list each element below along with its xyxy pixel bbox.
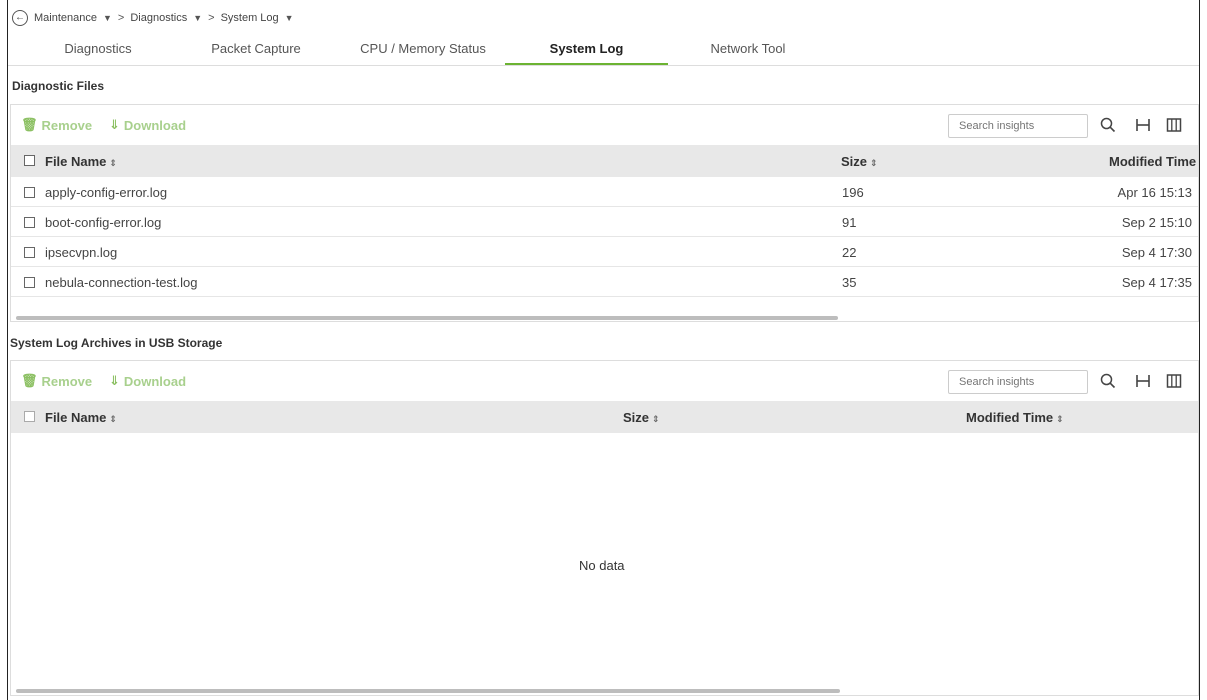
table-row[interactable]: apply-config-error.log 196 Apr 16 15:13 <box>11 177 1198 207</box>
size-cell: 22 <box>842 245 857 260</box>
table-header: File Name ⇕ Size ⇕ Modified Time ⇕ <box>11 401 1198 433</box>
column-label: Size <box>623 410 650 425</box>
sort-icon: ⇕ <box>652 414 660 424</box>
fit-columns-icon[interactable] <box>1135 373 1151 389</box>
file-name-cell: apply-config-error.log <box>45 185 168 200</box>
tab-system-log[interactable]: System Log <box>505 32 668 66</box>
remove-label: Remove <box>41 117 93 133</box>
download-icon: ⇓ <box>109 373 120 388</box>
toolbar: 🗑 Remove ⇓ Download <box>11 361 1198 401</box>
breadcrumb-item-maintenance[interactable]: Maintenance <box>34 12 97 24</box>
chevron-down-icon[interactable]: ▼ <box>285 13 294 23</box>
section-title-diagnostic-files: Diagnostic Files <box>12 79 105 93</box>
tab-network-tool[interactable]: Network Tool <box>698 32 798 66</box>
sort-icon: ⇕ <box>1056 414 1064 424</box>
download-label: Download <box>123 117 187 133</box>
column-header-modified-time[interactable]: Modified Time ⇕ <box>966 410 1064 425</box>
usb-archives-panel: 🗑 Remove ⇓ Download Search insights File… <box>10 360 1199 696</box>
tab-packet-capture[interactable]: Packet Capture <box>196 32 316 66</box>
search-icon[interactable] <box>1100 373 1116 389</box>
file-name-cell: nebula-connection-test.log <box>45 275 198 290</box>
column-label: File Name <box>45 154 107 169</box>
download-button[interactable]: ⇓ Download <box>109 373 186 389</box>
trash-icon: 🗑 <box>21 373 38 388</box>
select-all-checkbox[interactable] <box>24 155 35 166</box>
file-name-cell: boot-config-error.log <box>45 215 162 230</box>
row-checkbox[interactable] <box>24 187 35 198</box>
sort-icon: ⇕ <box>109 414 117 424</box>
column-header-file-name[interactable]: File Name ⇕ <box>45 154 117 169</box>
download-label: Download <box>123 373 187 389</box>
breadcrumb-item-diagnostics[interactable]: Diagnostics <box>130 12 187 24</box>
size-cell: 35 <box>842 275 857 290</box>
diagnostic-files-panel: 🗑 Remove ⇓ Download Search insights File… <box>10 104 1199 322</box>
download-button[interactable]: ⇓ Download <box>109 117 186 133</box>
table-row[interactable]: nebula-connection-test.log 35 Sep 4 17:3… <box>11 267 1198 297</box>
breadcrumb-separator: > <box>208 12 215 24</box>
remove-label: Remove <box>41 373 93 389</box>
row-checkbox[interactable] <box>24 217 35 228</box>
search-input[interactable] <box>948 370 1088 394</box>
column-label: File Name <box>45 410 107 425</box>
row-checkbox[interactable] <box>24 277 35 288</box>
row-checkbox[interactable] <box>24 247 35 258</box>
column-header-size[interactable]: Size ⇕ <box>623 410 660 425</box>
horizontal-scrollbar[interactable] <box>16 689 840 693</box>
system-log-page: ← Maintenance ▼ > Diagnostics ▼ > System… <box>7 0 1200 700</box>
file-name-cell: ipsecvpn.log <box>45 245 118 260</box>
modified-time-cell: Sep 4 17:35 <box>1121 275 1192 290</box>
column-header-file-name[interactable]: File Name ⇕ <box>45 410 117 425</box>
fit-columns-icon[interactable] <box>1135 117 1151 133</box>
breadcrumb: ← Maintenance ▼ > Diagnostics ▼ > System… <box>12 8 294 28</box>
column-label: Modified Time <box>966 410 1054 425</box>
remove-button[interactable]: 🗑 Remove <box>21 373 92 389</box>
columns-icon[interactable] <box>1166 373 1182 389</box>
breadcrumb-separator: > <box>117 12 125 24</box>
chevron-down-icon[interactable]: ▼ <box>193 13 202 23</box>
sort-icon: ⇕ <box>109 158 117 168</box>
modified-time-cell: Apr 16 15:13 <box>1117 185 1192 200</box>
modified-time-cell: Sep 2 15:10 <box>1121 215 1192 230</box>
empty-state-text: No data <box>579 558 625 573</box>
sort-icon: ⇕ <box>870 158 878 168</box>
table-header: File Name ⇕ Size ⇕ Modified Time <box>11 145 1198 177</box>
table-row[interactable]: boot-config-error.log 91 Sep 2 15:10 <box>11 207 1198 237</box>
download-icon: ⇓ <box>109 117 120 132</box>
search-icon[interactable] <box>1100 117 1116 133</box>
size-cell: 91 <box>842 215 857 230</box>
breadcrumb-item-system-log[interactable]: System Log <box>221 12 279 24</box>
column-header-modified-time[interactable]: Modified Time <box>1109 154 1196 169</box>
section-title-usb-archives: System Log Archives in USB Storage <box>10 336 223 350</box>
table-row[interactable]: ipsecvpn.log 22 Sep 4 17:30 <box>11 237 1198 267</box>
tabs-divider <box>8 65 1199 66</box>
select-all-checkbox[interactable] <box>24 411 35 422</box>
tab-bar: Diagnostics Packet Capture CPU / Memory … <box>8 32 828 66</box>
search-input[interactable] <box>948 114 1088 138</box>
remove-button[interactable]: 🗑 Remove <box>21 117 92 133</box>
size-cell: 196 <box>842 185 864 200</box>
modified-time-cell: Sep 4 17:30 <box>1121 245 1192 260</box>
tab-diagnostics[interactable]: Diagnostics <box>48 32 148 66</box>
chevron-down-icon[interactable]: ▼ <box>103 13 112 23</box>
toolbar: 🗑 Remove ⇓ Download <box>11 105 1198 145</box>
columns-icon[interactable] <box>1166 117 1182 133</box>
column-label: Size <box>841 154 868 169</box>
tab-cpu-memory-status[interactable]: CPU / Memory Status <box>343 32 503 66</box>
back-arrow-icon[interactable]: ← <box>12 10 28 26</box>
trash-icon: 🗑 <box>21 117 38 132</box>
column-header-size[interactable]: Size ⇕ <box>841 154 878 169</box>
horizontal-scrollbar[interactable] <box>16 316 838 320</box>
